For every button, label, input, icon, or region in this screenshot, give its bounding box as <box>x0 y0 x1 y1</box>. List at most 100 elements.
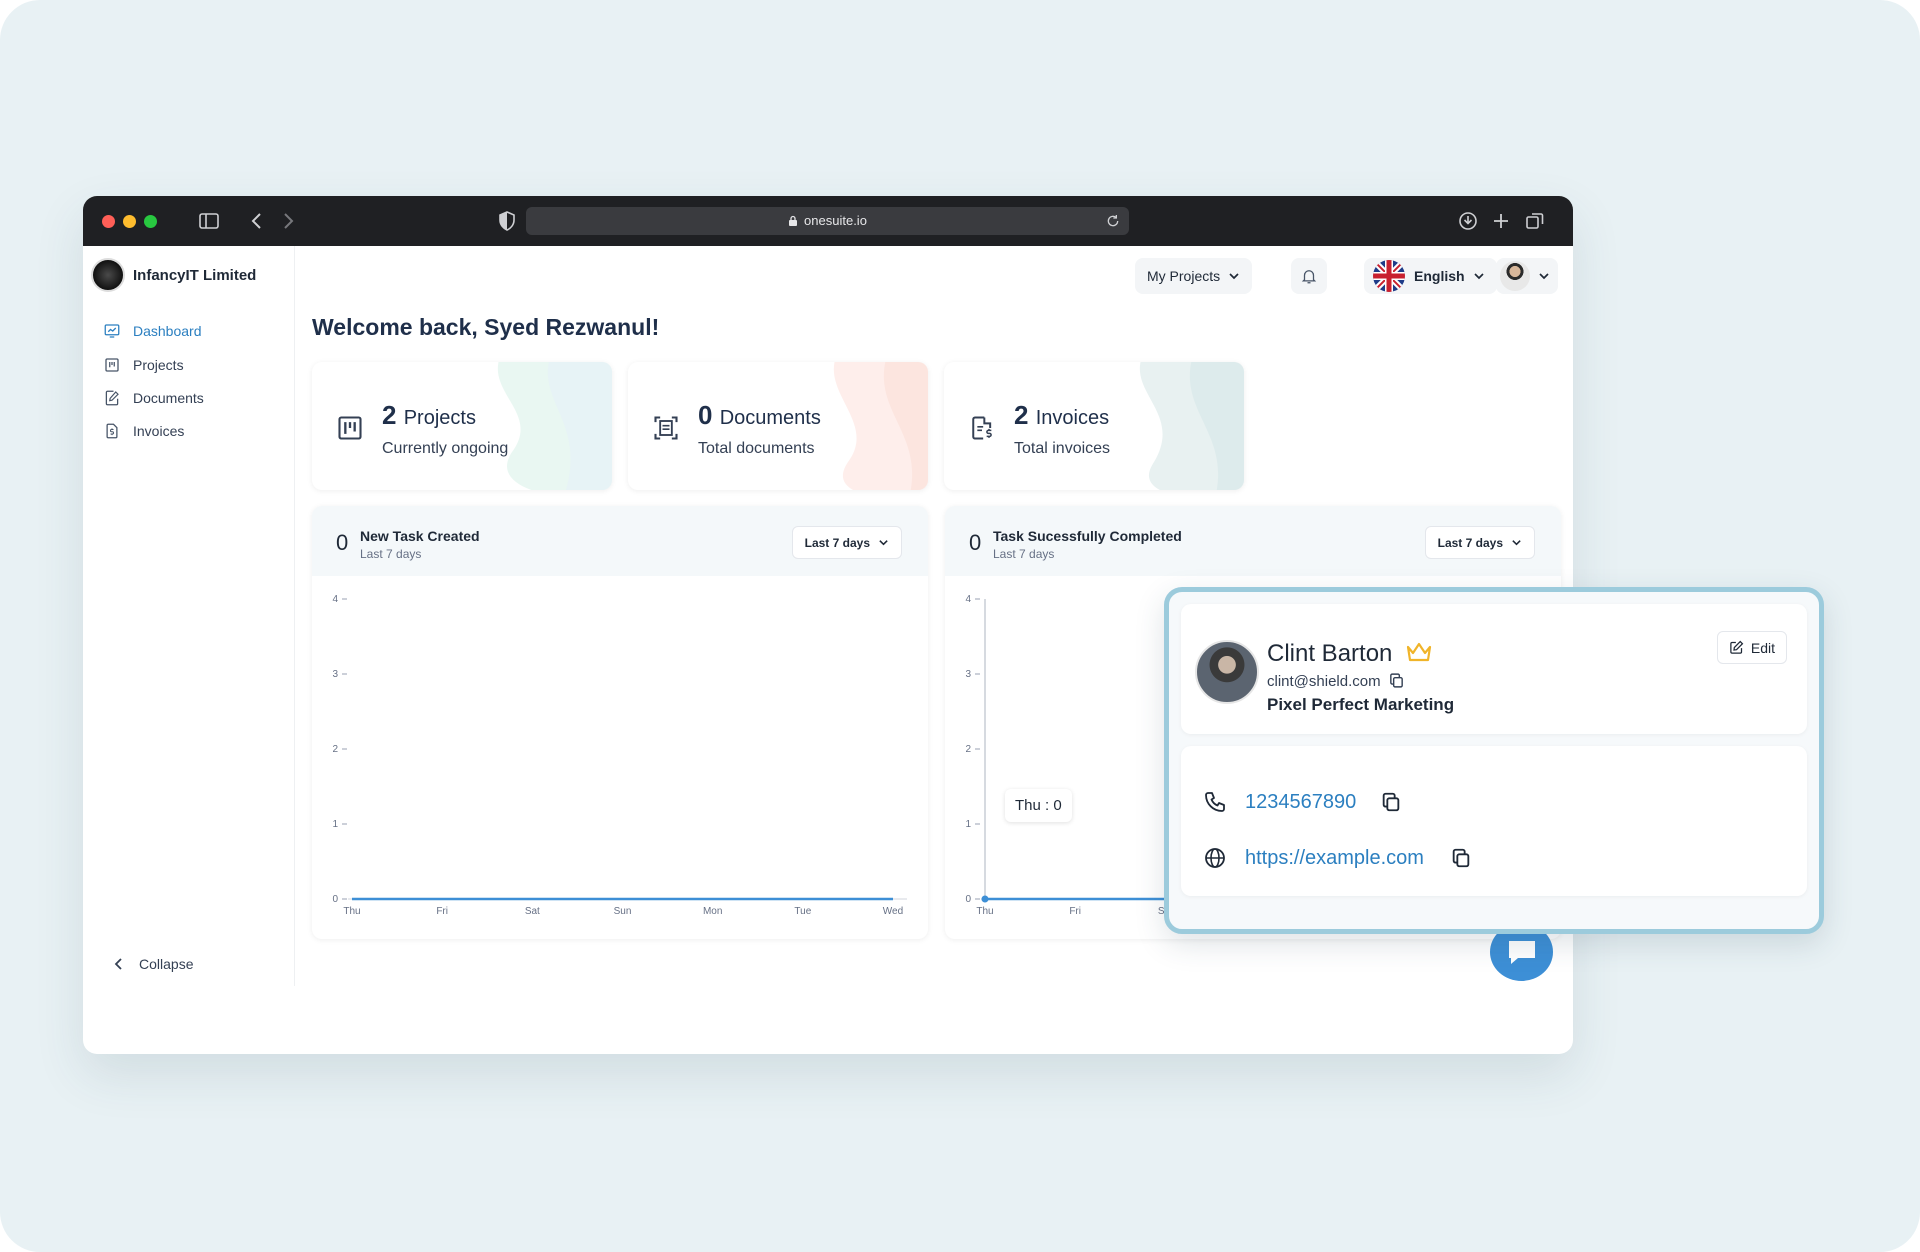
chevron-down-icon <box>879 540 888 546</box>
stat-card-projects[interactable]: 2 Projects Currently ongoing <box>312 362 612 490</box>
x-tick-label: Fri <box>1069 906 1081 917</box>
chart-title: Task Sucessfully Completed <box>993 528 1182 544</box>
sidebar-toggle-icon[interactable] <box>197 209 221 233</box>
stat-count: 2 <box>1014 400 1029 430</box>
org-name: InfancyIT Limited <box>133 267 257 284</box>
profile-card: Clint Barton clint@shield.com Pixel Perf… <box>1164 587 1824 934</box>
profile-website[interactable]: https://example.com <box>1245 847 1424 870</box>
my-projects-label: My Projects <box>1147 268 1221 284</box>
uk-flag-icon <box>1373 260 1405 292</box>
x-tick-label: Wed <box>883 906 903 917</box>
line-chart: 0 1 2 3 4 Thu Fri Sat Sun Mon Tue Wed <box>332 594 907 917</box>
page-title: Welcome back, Syed Rezwanul! <box>312 314 660 340</box>
my-projects-dropdown[interactable]: My Projects <box>1135 258 1253 294</box>
y-tick-label: 3 <box>332 669 338 680</box>
stat-value: 2 Invoices <box>1014 400 1109 431</box>
maximize-window-button[interactable] <box>144 215 157 228</box>
sidebar: InfancyIT Limited Dashboard Projects Doc… <box>83 246 295 986</box>
stat-card-documents[interactable]: 0 Documents Total documents <box>628 362 928 490</box>
x-tick-label: Thu <box>343 906 360 917</box>
range-dropdown[interactable]: Last 7 days <box>1424 526 1535 559</box>
copy-icon[interactable] <box>1380 791 1402 813</box>
profile-contacts: 1234567890 https://example.com <box>1181 746 1807 896</box>
privacy-shield-icon[interactable] <box>495 209 519 233</box>
chart-tooltip: Thu : 0 <box>1005 789 1072 822</box>
sidebar-item-label: Invoices <box>133 423 185 439</box>
profile-email: clint@shield.com <box>1267 673 1381 690</box>
copy-icon[interactable] <box>1450 847 1472 869</box>
globe-icon <box>1205 848 1225 868</box>
address-url: onesuite.io <box>526 213 1129 228</box>
chart-header: 0 New Task Created Last 7 days Last 7 da… <box>312 506 928 576</box>
stat-label: Projects <box>403 407 476 429</box>
language-label: English <box>1414 268 1465 284</box>
sidebar-item-dashboard[interactable]: Dashboard <box>103 320 202 342</box>
copy-icon[interactable] <box>1388 672 1405 689</box>
kanban-icon <box>338 416 362 440</box>
sidebar-item-invoices[interactable]: Invoices <box>103 420 184 442</box>
profile-phone[interactable]: 1234567890 <box>1245 791 1356 814</box>
chat-bubble-icon <box>1509 941 1535 964</box>
chevron-down-icon <box>1512 540 1521 546</box>
profile-email-row: clint@shield.com <box>1267 672 1405 690</box>
range-label: Last 7 days <box>804 535 870 550</box>
y-tick-label: 3 <box>965 669 971 680</box>
reload-icon[interactable] <box>1105 213 1121 229</box>
y-tick-label: 4 <box>332 594 338 605</box>
profile-name: Clint Barton <box>1267 640 1393 667</box>
collapse-label: Collapse <box>139 956 194 972</box>
collapse-button[interactable]: Collapse <box>113 956 193 972</box>
stat-subtitle: Total documents <box>698 440 815 457</box>
minimize-window-button[interactable] <box>123 215 136 228</box>
y-tick-label: 4 <box>965 594 971 605</box>
edit-icon <box>1730 640 1744 654</box>
scan-doc-icon <box>654 416 678 440</box>
x-tick-label: Sun <box>614 906 632 917</box>
x-tick-label: Fri <box>436 906 448 917</box>
notifications-button[interactable] <box>1291 258 1327 294</box>
y-tick-label: 1 <box>332 819 338 830</box>
stat-label: Invoices <box>1035 407 1110 429</box>
language-selector[interactable]: English <box>1364 258 1497 294</box>
range-dropdown[interactable]: Last 7 days <box>791 526 902 559</box>
stat-value: 2 Projects <box>382 400 476 431</box>
chevron-down-icon <box>1539 273 1549 280</box>
x-tick-label: Thu <box>976 906 993 917</box>
x-tick-label: Sat <box>525 906 540 917</box>
sidebar-item-documents[interactable]: Documents <box>103 387 204 409</box>
x-tick-label: Tue <box>794 906 811 917</box>
stat-subtitle: Total invoices <box>1014 440 1111 457</box>
stat-value: 0 Documents <box>698 400 821 431</box>
sidebar-item-label: Documents <box>133 390 204 406</box>
back-arrow-icon[interactable] <box>245 209 269 233</box>
dashboard-icon <box>104 324 120 338</box>
forward-arrow-icon[interactable] <box>276 209 300 233</box>
browser-titlebar: onesuite.io <box>83 196 1573 246</box>
chart-card-new-tasks: 0 New Task Created Last 7 days Last 7 da… <box>312 506 928 939</box>
x-tick-label: Mon <box>703 906 722 917</box>
chart-count: 0 <box>336 530 349 555</box>
crown-icon <box>1406 642 1432 662</box>
documents-icon <box>105 390 119 406</box>
profile-header: Clint Barton clint@shield.com Pixel Perf… <box>1181 604 1807 734</box>
edit-label: Edit <box>1750 639 1775 656</box>
tab-overview-icon[interactable] <box>1523 209 1547 233</box>
download-icon[interactable] <box>1456 209 1480 233</box>
user-menu[interactable] <box>1496 258 1558 294</box>
edit-button[interactable]: Edit <box>1716 631 1787 664</box>
org-logo <box>91 258 125 292</box>
close-window-button[interactable] <box>102 215 115 228</box>
sidebar-item-label: Projects <box>133 357 184 373</box>
chart-title: New Task Created <box>360 528 480 544</box>
y-tick-label: 0 <box>332 894 338 905</box>
sidebar-item-projects[interactable]: Projects <box>103 354 184 376</box>
y-tick-label: 2 <box>332 744 338 755</box>
y-tick-label: 2 <box>965 744 971 755</box>
invoice-icon <box>972 416 992 440</box>
new-tab-icon[interactable] <box>1489 209 1513 233</box>
stat-card-invoices[interactable]: 2 Invoices Total invoices <box>944 362 1244 490</box>
chevron-down-icon <box>1229 273 1239 280</box>
bell-icon <box>1301 270 1317 284</box>
address-bar[interactable]: onesuite.io <box>526 207 1129 235</box>
stat-subtitle: Currently ongoing <box>382 440 509 457</box>
